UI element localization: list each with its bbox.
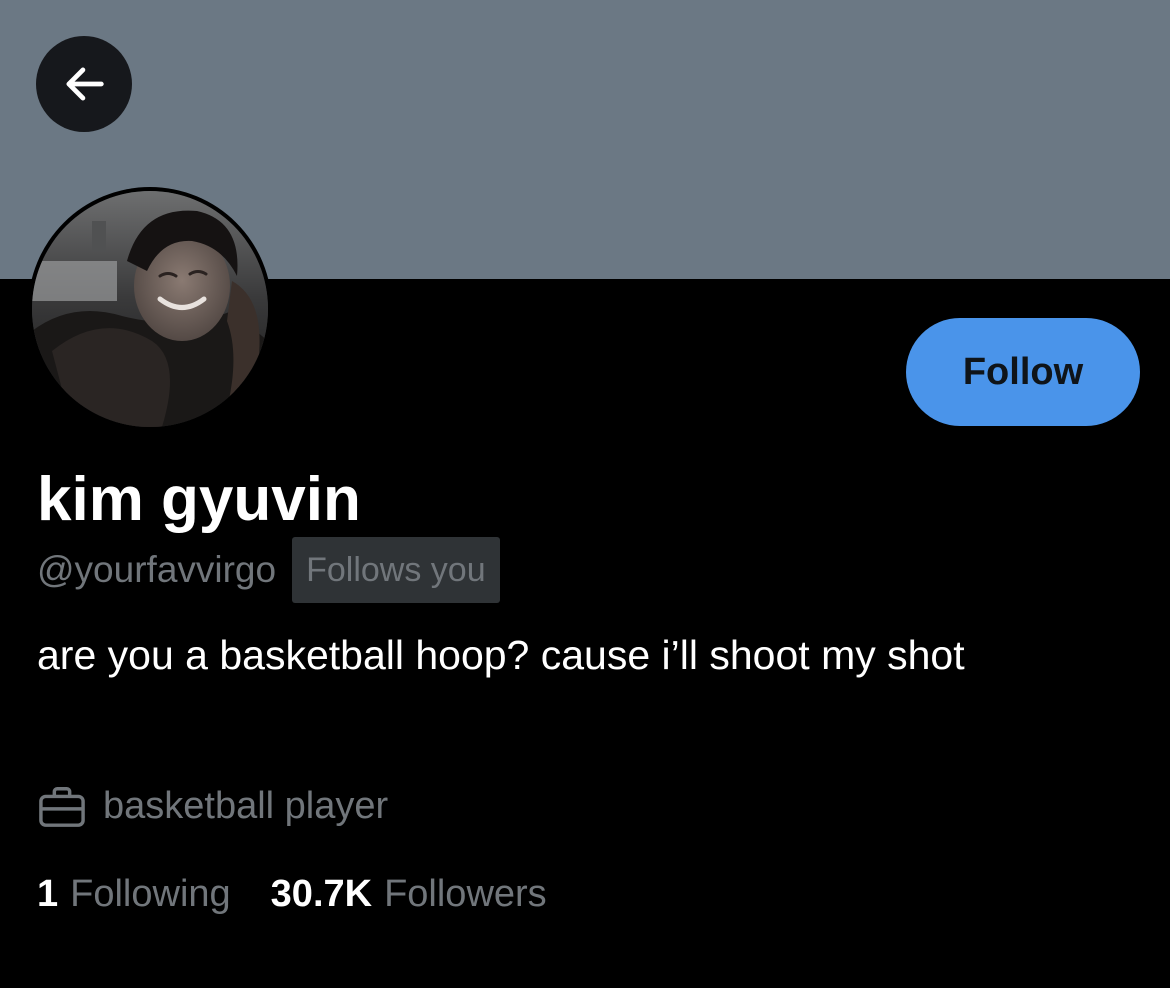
- following-count: 1: [37, 873, 59, 915]
- briefcase-icon: [39, 787, 85, 827]
- arrow-left-icon: [66, 67, 104, 101]
- following-link[interactable]: 1 Following: [37, 864, 231, 924]
- profile-page: Follow kim gyuvin @yourfavvirgo Follows …: [0, 0, 1170, 988]
- follow-stats: 1 Following 30.7K Followers: [37, 864, 547, 924]
- avatar-photo: [32, 191, 268, 427]
- followers-count: 30.7K: [270, 873, 373, 915]
- followers-label: Followers: [384, 873, 547, 915]
- follows-you-badge: Follows you: [292, 537, 500, 603]
- avatar[interactable]: [32, 191, 268, 427]
- follow-button[interactable]: Follow: [906, 318, 1140, 426]
- profession-row: basketball player: [37, 776, 388, 836]
- profession-label: basketball player: [103, 785, 389, 827]
- followers-link[interactable]: 30.7K Followers: [271, 864, 547, 924]
- back-button[interactable]: [36, 36, 132, 132]
- following-label: Following: [70, 873, 231, 915]
- handle-row: @yourfavvirgo Follows you: [37, 537, 500, 603]
- display-name: kim gyuvin: [37, 465, 361, 534]
- profile-bio: are you a basketball hoop? cause i’ll sh…: [37, 632, 965, 678]
- user-handle: @yourfavvirgo: [37, 549, 277, 590]
